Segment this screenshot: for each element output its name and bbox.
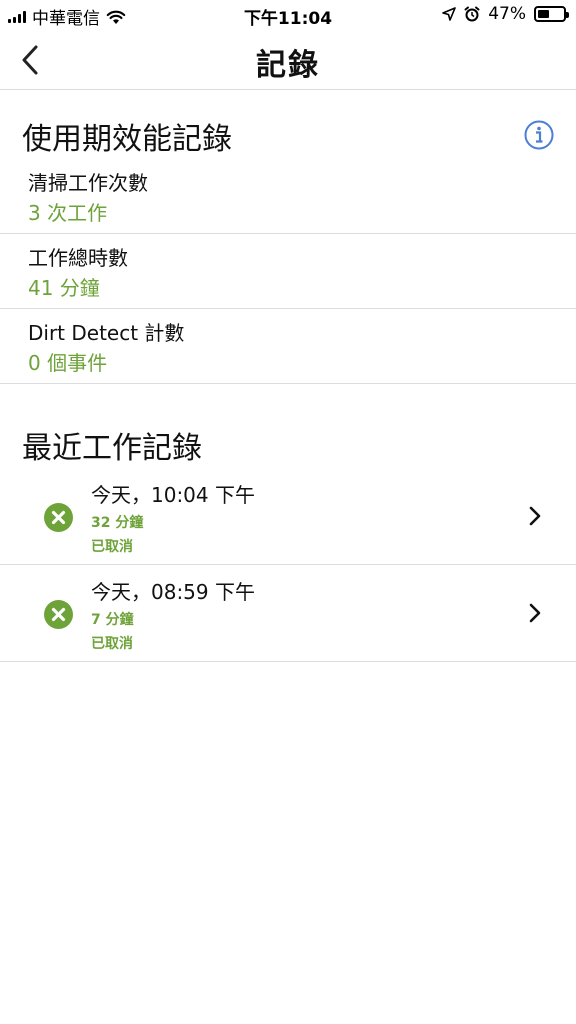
chevron-right-icon [529,603,541,623]
stat-value: 41 分鐘 [28,276,100,300]
stat-label: 清掃工作次數 [28,171,148,195]
battery-fill [538,10,549,18]
cancelled-status-icon [44,503,73,532]
stat-row-total-hours: 工作總時數 41 分鐘 [0,234,576,309]
status-right: 47% [442,4,569,24]
stat-row-clean-jobs: 清掃工作次數 3 次工作 [0,159,576,234]
job-row[interactable]: 今天，10:04 下午 32 分鐘 已取消 [0,468,576,565]
recent-section-title: 最近工作記錄 [22,431,202,466]
job-status: 已取消 [91,636,133,652]
battery-icon [534,6,569,22]
stat-value: 3 次工作 [28,201,108,225]
chevron-right-icon [529,506,541,526]
info-icon[interactable] [524,120,554,150]
stat-row-dirt-detect: Dirt Detect 計數 0 個事件 [0,309,576,384]
stat-value: 0 個事件 [28,351,108,375]
stat-label: 工作總時數 [28,246,128,270]
job-time: 今天，10:04 下午 [91,483,255,507]
status-bar: 中華電信 下午11:04 47% [0,0,576,30]
cancelled-status-icon [44,600,73,629]
job-duration: 7 分鐘 [91,612,134,628]
job-status: 已取消 [91,539,133,555]
job-time: 今天，08:59 下午 [91,580,255,604]
job-duration: 32 分鐘 [91,515,144,531]
job-row[interactable]: 今天，08:59 下午 7 分鐘 已取消 [0,565,576,662]
lifetime-section-title: 使用期效能記錄 [22,122,232,157]
battery-percentage: 47% [488,4,526,24]
nav-bar: 記錄 [0,30,576,90]
stat-label: Dirt Detect 計數 [28,321,185,345]
location-arrow-icon [442,7,457,21]
alarm-clock-icon [464,6,480,22]
battery-tip [566,12,569,18]
page-title: 記錄 [256,48,320,83]
